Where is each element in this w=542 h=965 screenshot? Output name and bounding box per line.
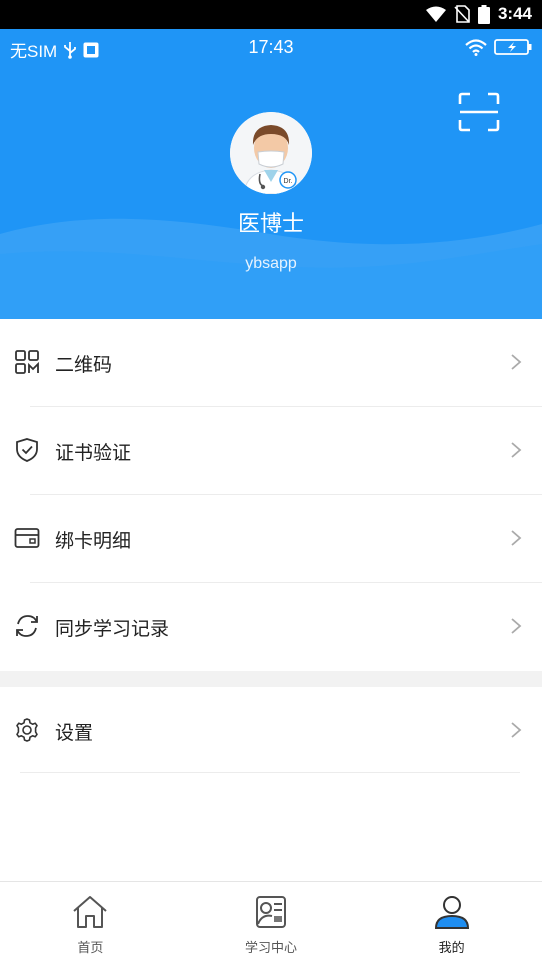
- tab-label-mine: 我的: [438, 941, 465, 956]
- doctor-badge-text: Dr.: [284, 178, 293, 185]
- menu-item-card-details[interactable]: 绑卡明细: [0, 495, 542, 583]
- user-icon: [434, 896, 469, 929]
- bottom-tab-bar: 首页 学习中心 我的: [0, 881, 542, 965]
- avatar[interactable]: Dr.: [230, 112, 312, 194]
- menu-item-certificate-verify[interactable]: 证书验证: [0, 407, 542, 495]
- divider: [20, 772, 520, 773]
- profile-header: 无SIM 17:43 Dr. 医博士 ybsapp: [0, 29, 542, 319]
- battery-icon: [477, 4, 490, 24]
- profile-menu: 二维码 证书验证 绑卡明细 同步学习记录 设置: [0, 319, 542, 773]
- app-status-bar: 无SIM 17:43: [0, 29, 542, 67]
- study-center-icon: [256, 896, 286, 928]
- doctor-avatar-image: Dr.: [230, 112, 312, 194]
- menu-item-qrcode[interactable]: 二维码: [0, 319, 542, 407]
- no-sim-icon: [454, 5, 470, 23]
- sync-icon: [16, 615, 38, 637]
- app-status-time: 17:43: [248, 37, 294, 57]
- tab-study-center[interactable]: 学习中心: [181, 882, 362, 965]
- profile-name: 医博士: [237, 212, 304, 237]
- menu-label-card-details: 绑卡明细: [55, 530, 132, 552]
- chevron-right-icon: [511, 722, 522, 738]
- chevron-right-icon: [511, 442, 522, 458]
- profile-account: ybsapp: [245, 255, 297, 272]
- menu-item-sync-records[interactable]: 同步学习记录: [0, 583, 542, 671]
- chevron-right-icon: [511, 530, 522, 546]
- app-status-icons: [464, 38, 532, 56]
- gear-icon: [16, 718, 38, 742]
- system-status-icons: 3:44: [425, 4, 532, 24]
- charging-battery-icon: [494, 39, 532, 55]
- tab-home[interactable]: 首页: [0, 882, 181, 965]
- chevron-right-icon: [511, 618, 522, 634]
- wifi-icon: [425, 6, 446, 22]
- section-gap: [0, 671, 542, 687]
- menu-label-qrcode: 二维码: [55, 354, 113, 376]
- shield-check-icon: [16, 438, 38, 462]
- menu-item-settings[interactable]: 设置: [0, 687, 542, 773]
- card-icon: [14, 528, 40, 548]
- tab-label-study-center: 学习中心: [245, 941, 298, 956]
- tab-mine[interactable]: 我的: [361, 882, 542, 965]
- chevron-right-icon: [511, 354, 522, 370]
- menu-label-sync-records: 同步学习记录: [55, 618, 170, 640]
- menu-label-settings: 设置: [55, 722, 94, 744]
- scan-button[interactable]: [458, 92, 500, 132]
- system-clock: 3:44: [497, 4, 532, 23]
- system-status-bar: 3:44: [0, 0, 542, 29]
- qrcode-icon: [15, 350, 39, 374]
- home-icon: [73, 896, 107, 928]
- menu-label-certificate-verify: 证书验证: [55, 442, 132, 464]
- tab-label-home: 首页: [77, 941, 104, 956]
- wifi-signal-icon: [465, 39, 487, 56]
- scan-icon: [458, 92, 500, 132]
